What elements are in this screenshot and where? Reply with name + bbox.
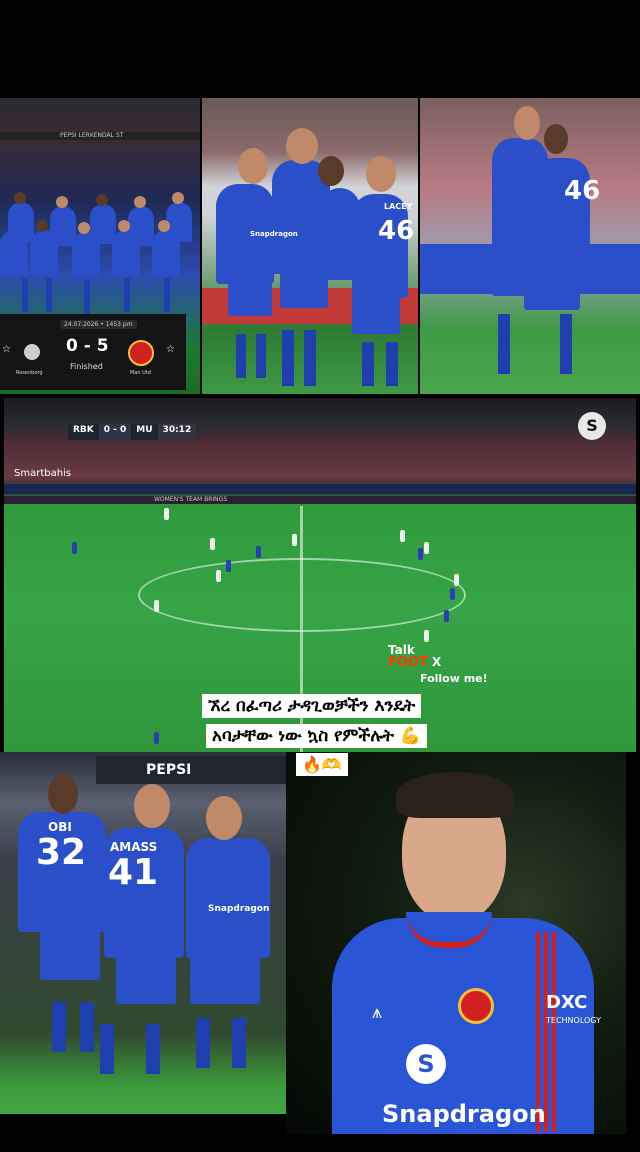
scorebug-home: RBK [68, 424, 99, 440]
sponsor-watermark: Smartbahis [14, 468, 72, 479]
sponsor-text: Snapdragon [208, 904, 270, 914]
jersey-number: 46 [378, 216, 415, 246]
favorite-star-icon[interactable]: ☆ [166, 344, 175, 355]
ad-strip [4, 484, 636, 494]
snapdragon-logo-icon: S [406, 1044, 446, 1084]
watermark-x-icon: X [432, 655, 442, 669]
watermark-foot: FOOT [388, 655, 428, 670]
pitch-player [256, 546, 261, 558]
match-scorecard: ☆ ☆ 24.07.2026 • 1453 pm 0 - 5 Finished … [0, 314, 186, 390]
home-team-name: Rosenborg [16, 370, 43, 376]
ad-strip-lower: WOMEN'S TEAM BRINGS [4, 496, 636, 504]
pitch-player [450, 588, 455, 600]
pitch-player [226, 560, 231, 572]
pitch-player [424, 542, 429, 554]
stadium-board: PEPSI LERKENDAL ST [0, 132, 200, 140]
jersey-name: LACEY [384, 202, 413, 211]
caption-emoji: 🔥🫶 [296, 753, 348, 776]
caption-line-2: አባታቸው ነው ኳስ የምችሉት 💪 [206, 724, 428, 748]
pitch-player [424, 630, 429, 642]
pitch-player [216, 570, 221, 582]
jersey-number: 32 [36, 832, 87, 873]
player [72, 232, 100, 278]
talkfoot-watermark: Talk FOOT X [388, 644, 441, 669]
follow-me-text: Follow me! [420, 672, 488, 685]
player [30, 230, 58, 276]
pitch-player [454, 574, 459, 586]
player [0, 230, 28, 276]
player-portrait: ⩚ DXC TECHNOLOGY S Snapdragon [286, 752, 626, 1134]
pitch-player [154, 600, 159, 612]
caption-line-1: ኧረ በፈጣሪ ታዳጊወቻችን እንዴት [202, 694, 422, 718]
pitch-player [210, 538, 215, 550]
player [152, 230, 180, 276]
pepsi-board: PEPSI [96, 756, 286, 784]
channel-badge-icon: S [578, 412, 606, 440]
favorite-star-icon[interactable]: ☆ [2, 344, 11, 355]
pitch-player [164, 508, 169, 520]
pitch-center-circle [138, 558, 466, 632]
man-utd-crest-icon [128, 340, 154, 366]
team-photo-panel: PEPSI LERKENDAL ST ☆ ☆ 24.07.2026 • 1453… [0, 98, 200, 394]
man-utd-crest-icon [458, 988, 494, 1024]
pitch-player [292, 534, 297, 546]
scorebug-away: MU [131, 424, 158, 440]
ad-board-text: WOMEN'S TEAM BRINGS [154, 496, 228, 503]
jersey-number: 46 [564, 176, 601, 206]
rosenborg-crest-icon [24, 344, 40, 360]
player-hair [396, 772, 514, 818]
pitch-player [72, 542, 77, 554]
pitch-player [154, 732, 159, 744]
player [112, 230, 140, 276]
dxc-logo: DXC [546, 992, 588, 1013]
pitch-player [444, 610, 449, 622]
scorebug-score: 0 - 0 [98, 424, 132, 440]
match-date: 24.07.2026 • 1453 pm [60, 320, 137, 329]
away-team-name: Man Utd [130, 370, 151, 376]
snapdragon-text: Snapdragon [382, 1100, 546, 1128]
celebration-photo-2: 46 [420, 98, 640, 394]
match-status: Finished [70, 362, 103, 371]
sponsor-text: Snapdragon [250, 230, 298, 238]
broadcast-scorebug: RBK 0 - 0 MU 30:12 [68, 424, 197, 440]
final-score: 0 - 5 [66, 336, 109, 356]
jersey-number: 41 [108, 852, 159, 893]
player [186, 838, 270, 958]
dxc-subtitle: TECHNOLOGY [546, 1016, 601, 1025]
pitch-player [418, 548, 423, 560]
adidas-logo-icon: ⩚ [372, 1002, 383, 1023]
youth-players-photo: PEPSI OBI 32 AMASS 41 Snapdragon [0, 752, 290, 1114]
celebration-photo-1: 46 LACEY Snapdragon [202, 98, 418, 394]
scorebug-time: 30:12 [157, 424, 197, 440]
pitch-player [400, 530, 405, 542]
